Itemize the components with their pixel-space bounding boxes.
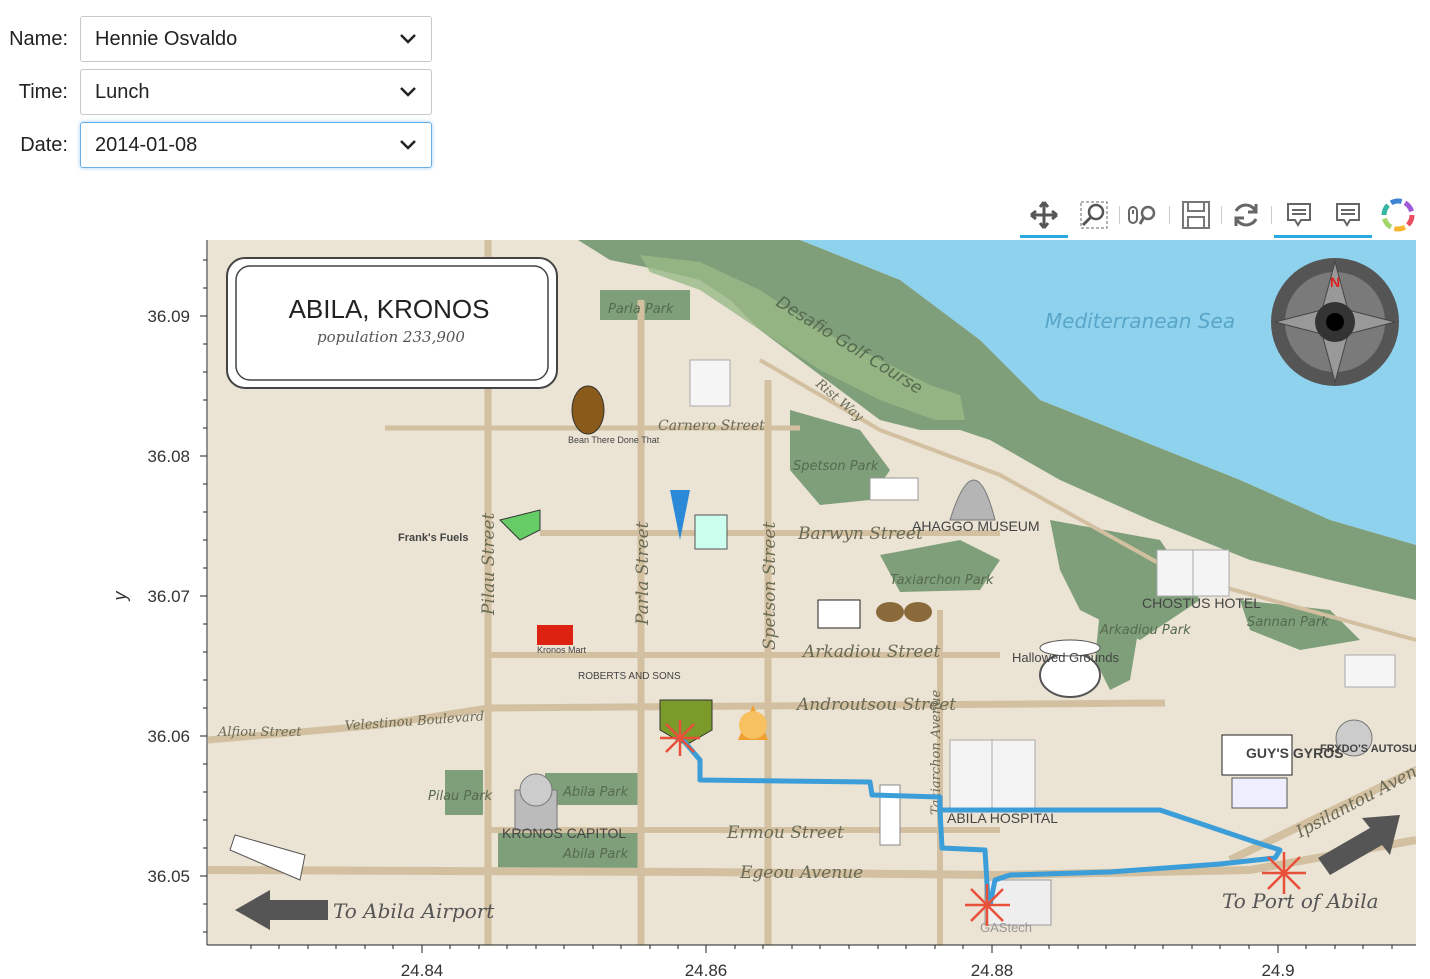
sea-label: Mediterranean Sea [1045, 309, 1235, 333]
map-plot[interactable]: ABILA, KRONOS population 233,900 N Desaf… [0, 0, 1430, 979]
city-plaque: ABILA, KRONOS population 233,900 [226, 257, 558, 389]
bean-there-label: Bean There Done That [568, 435, 660, 445]
stop-marker[interactable] [965, 884, 1010, 926]
parla-park-label: Parla Park [608, 302, 674, 317]
upump-logo [817, 599, 861, 629]
roberts-label: ROBERTS AND SONS [578, 671, 681, 682]
abila-park-label-2: Abila Park [562, 847, 629, 862]
x-axis: 24.84 24.86 24.88 24.9 [207, 944, 1416, 979]
hotel-building [1156, 549, 1230, 597]
bean-there-logo [571, 385, 605, 435]
port-label: To Port of Abila [1222, 889, 1379, 913]
egeou-avenue-label: Egeou Avenue [739, 863, 863, 883]
arkadiou-park-label: Arkadiou Park [1099, 623, 1191, 638]
airport-label: To Abila Airport [333, 899, 495, 923]
frydos-label: FRYDO'S AUTOSUPPLY [1320, 743, 1430, 755]
y-tick-label: 36.06 [147, 727, 190, 746]
abila-park-label-1: Abila Park [562, 785, 629, 800]
y-tick-label: 36.08 [147, 447, 190, 466]
barwyn-street-label: Barwyn Street [797, 524, 923, 544]
y-tick-label: 36.09 [147, 307, 190, 326]
map-subtitle: population 233,900 [317, 328, 465, 346]
stop-marker[interactable] [660, 720, 700, 756]
y-tick-label: 36.05 [147, 867, 190, 886]
carnero-street-label: Carnero Street [658, 418, 765, 434]
y-axis: 36.05 36.06 36.07 36.08 36.09 y [110, 240, 208, 945]
cafe-building [1231, 777, 1288, 809]
arkadiou-street-label: Arkadiou Street [801, 642, 940, 662]
kronos-mart-logo [537, 625, 573, 645]
pilau-park-label: Pilau Park [428, 789, 493, 804]
franks-fuels-label: Frank's Fuels [398, 532, 468, 544]
sannan-park-label: Sannan Park [1247, 615, 1329, 630]
svg-text:N: N [1330, 274, 1340, 290]
capitol-label: KRONOS CAPITOL [502, 825, 626, 841]
kronos-mart-label: Kronos Mart [537, 645, 587, 655]
coffee-shack-logo [694, 514, 728, 550]
pilau-street-label: Pilau Street [479, 512, 499, 616]
hallowed-grounds-cup [1039, 639, 1101, 698]
x-tick-label: 24.9 [1261, 961, 1294, 979]
stop-marker[interactable] [1262, 852, 1306, 894]
y-axis-label: y [110, 591, 130, 603]
x-tick-label: 24.84 [401, 961, 444, 979]
hallowed-grounds-label: Hallowed Grounds [1012, 650, 1119, 665]
x-tick-label: 24.86 [685, 961, 728, 979]
alfiou-street-label: Alfiou Street [217, 725, 302, 740]
compass-icon: N [1271, 258, 1399, 386]
ermou-street-label: Ermou Street [726, 823, 844, 843]
taxiarchon-park-label: Taxiarchon Park [890, 573, 994, 588]
map-image: ABILA, KRONOS population 233,900 N Desaf… [208, 240, 1430, 945]
map-title: ABILA, KRONOS [289, 294, 490, 324]
parla-street-label: Parla Street [633, 521, 653, 626]
spetson-street-label: Spetson Street [760, 522, 780, 650]
hotel-label: CHOSTUS HOTEL [1142, 595, 1261, 611]
x-tick-label: 24.88 [971, 961, 1014, 979]
y-tick-label: 36.07 [147, 587, 190, 606]
hospital-building [949, 739, 1036, 809]
spetson-park-label: Spetson Park [793, 459, 879, 474]
museum-label: AHAGGO MUSEUM [912, 518, 1040, 534]
